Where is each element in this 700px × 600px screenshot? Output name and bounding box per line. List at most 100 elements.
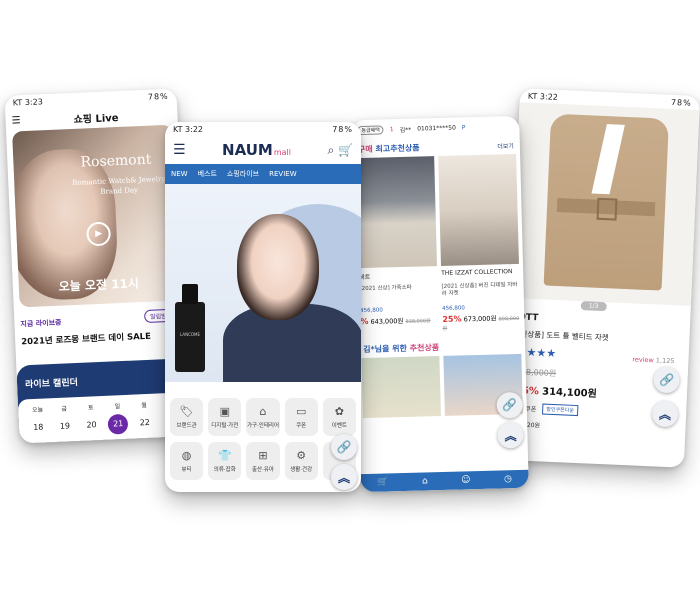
clock-icon[interactable]: ◷	[504, 474, 512, 484]
banner-brand: Rosemont	[80, 151, 152, 171]
category-icon: ▣	[219, 405, 230, 418]
section1-title: 최고추천상품	[375, 142, 420, 154]
point-label: P	[461, 123, 466, 131]
calendar-day[interactable]: 20	[81, 415, 102, 436]
product-card[interactable]: 비트 [2021 신상] 가죽소파 456,800 % 643,000원 838…	[356, 156, 439, 334]
nav-shopping-live[interactable]: 쇼핑라이브	[227, 169, 259, 179]
product-image-sofa	[356, 156, 438, 269]
jacket-buckle	[596, 197, 618, 221]
category-item[interactable]: 🏷 브랜드관	[170, 398, 204, 436]
category-label: 생활·건강	[290, 467, 313, 473]
country: 한국	[513, 436, 677, 452]
product-image-jacket	[438, 153, 519, 266]
category-icon: 🏷	[179, 405, 194, 418]
user-name: 김**	[399, 126, 412, 134]
phone-recommendations: 등급혜택 1 김** 01031****50 P 구매 최고추천상품 더보기 비…	[351, 115, 529, 493]
product-name: [신상품] 도트 튤 벨티드 자켓	[517, 329, 609, 343]
calendar-day[interactable]: 21	[107, 413, 129, 435]
status-left: KT 3:22	[173, 124, 204, 134]
product-image-cosmetics[interactable]	[361, 356, 441, 419]
category-icon: ⚙	[296, 449, 307, 462]
scroll-top-icon[interactable]: ︽	[497, 421, 524, 449]
scroll-top-icon[interactable]: ︽	[331, 464, 357, 490]
product-price: 25% 673,000원 898,000원	[442, 312, 520, 331]
category-icon: ⌂	[259, 405, 267, 418]
cart-icon[interactable]: 🛒	[338, 143, 353, 157]
review-number: 1,125	[655, 356, 675, 366]
category-item[interactable]: ⊞ 출산·유아	[246, 442, 280, 480]
status-right: 78%	[670, 97, 692, 108]
nav-best[interactable]: 베스트	[198, 169, 217, 179]
category-item[interactable]: ▭ 쿠폰	[284, 398, 318, 436]
category-label: 이벤트	[331, 423, 347, 429]
price: 314,100원	[541, 386, 598, 400]
product-card[interactable]: THE IZZAT COLLECTION [2021 신상품] 버진 디테일 자…	[438, 153, 521, 332]
logo[interactable]: NAUMmall	[222, 141, 291, 159]
product-desc: [2021 신상품] 버진 디테일 자바라 자켓	[441, 281, 518, 298]
category-item[interactable]: ⚙ 생활·건강	[284, 442, 318, 480]
user-phone: 01031****50	[417, 124, 456, 133]
category-label: 쿠폰	[296, 423, 307, 429]
product-points: 456,800	[442, 305, 465, 312]
category-item[interactable]: 👕 의류·잡화	[208, 442, 242, 480]
live-title[interactable]: 2021년 로즈몽 브랜드 데이 SALE	[21, 330, 151, 348]
product-discount: %	[360, 316, 369, 327]
product-bottle: LANCOME	[175, 284, 205, 372]
model-image	[237, 214, 319, 320]
category-label: 의류·잡화	[213, 467, 236, 473]
bottom-nav: 🛒 ⌂ ☺ ◷	[360, 469, 529, 493]
nav-new[interactable]: NEW	[171, 170, 188, 178]
coupon-download-button[interactable]: 할인쿠폰다운	[542, 403, 579, 417]
menu-icon[interactable]: ☰	[11, 115, 20, 126]
home-icon[interactable]: ⌂	[422, 476, 428, 486]
bottle-cap	[182, 284, 198, 304]
category-item[interactable]: ▣ 디지털·가전	[208, 398, 242, 436]
calendar-day[interactable]: 19	[55, 416, 76, 437]
link-icon[interactable]: 🔗	[331, 434, 357, 460]
logo-mall: mall	[273, 148, 291, 157]
product-sale-price: 643,000원	[370, 316, 404, 326]
product-image[interactable]: 1/3	[511, 102, 700, 312]
nav-review[interactable]: REVIEW	[269, 170, 296, 178]
weekday-label: 일	[114, 403, 121, 411]
section2-em: 김*님을 위한	[363, 343, 408, 354]
category-item[interactable]: ◍ 뷰티	[170, 442, 204, 480]
menu-icon[interactable]: ☰	[173, 142, 186, 158]
category-icon: ▭	[295, 405, 307, 418]
section2-title: 추천상품	[409, 342, 440, 353]
live-banner[interactable]: Rosemont Romantic Watch& Jewelry Brand D…	[12, 124, 180, 308]
weekday-label: 금	[61, 405, 68, 413]
category-icon: 👕	[217, 449, 232, 462]
calendar-day[interactable]: 22	[134, 413, 155, 434]
category-grid: 🏷 브랜드관 ▣ 디지털·가전 ⌂ 가구·인테리어 ▭ 쿠폰 ✿ 이벤트 ◍ 뷰티 👕 의류·잡화 ⊞ 출산·…	[165, 398, 361, 480]
calendar-day[interactable]: 18	[28, 417, 49, 438]
review-count[interactable]: review 1,125	[632, 355, 674, 365]
status-right: 78%	[332, 124, 353, 134]
user-icon[interactable]: ☺	[461, 475, 471, 485]
more-link[interactable]: 더보기	[497, 141, 514, 150]
logo-text: NAUM	[222, 141, 273, 159]
product-row: 비트 [2021 신상] 가죽소파 456,800 % 643,000원 838…	[352, 153, 525, 334]
cart-icon[interactable]: 🛒	[377, 477, 388, 487]
bottle-label: LANCOME	[180, 332, 200, 337]
product-sale-price: 673,000원	[463, 314, 497, 324]
jacket-lapel	[591, 124, 625, 195]
category-icon: ⊞	[258, 449, 268, 462]
grade-badge[interactable]: 등급혜택	[357, 124, 384, 135]
product-points: 456,800	[360, 307, 383, 315]
image-pager: 1/3	[580, 301, 607, 312]
category-label: 가구·인테리어	[246, 423, 280, 429]
link-icon[interactable]: 🔗	[496, 391, 524, 419]
header-actions: ⌕ 🛒	[327, 143, 353, 158]
phone-shopping-live: KT 3:23 78% ☰ 쇼핑 Live Rosemont Romantic …	[4, 88, 192, 444]
category-item[interactable]: ⌂ 가구·인테리어	[246, 398, 280, 436]
search-icon[interactable]: ⌕	[327, 143, 334, 157]
status-bar: KT 3:22 78%	[165, 122, 361, 136]
page-title: 쇼핑 Live	[73, 112, 119, 126]
calendar-title: 라이브 캘린더	[24, 377, 79, 391]
category-item[interactable]: ✿ 이벤트	[322, 398, 356, 436]
main-banner[interactable]: LANCOME	[165, 184, 361, 382]
review-label: review	[632, 355, 654, 365]
live-tag: 지금 라이브중	[20, 318, 62, 329]
category-icon: ✿	[334, 405, 344, 418]
